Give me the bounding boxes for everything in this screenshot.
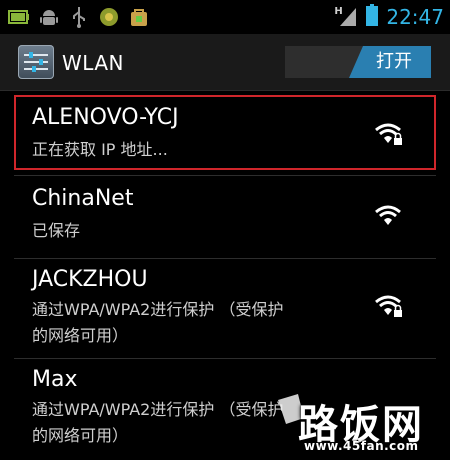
battery-status-icon <box>8 6 30 28</box>
watermark-url: www.45fan.com <box>304 439 419 453</box>
network-ssid: ChinaNet <box>32 186 134 211</box>
network-status: 通过WPA/WPA2进行保护 （受保护 的网络可用） <box>32 299 352 347</box>
network-ssid: Max <box>32 367 78 392</box>
selected-network-highlight <box>14 95 436 170</box>
status-bar: H 22:47 <box>0 0 450 34</box>
android-debug-icon <box>38 6 60 28</box>
wlan-toggle[interactable]: 打开 <box>285 46 431 78</box>
app-notification-icon <box>98 6 120 28</box>
toggle-label: 打开 <box>376 51 412 72</box>
clock: 22:47 <box>386 5 444 29</box>
page-title: WLAN <box>62 51 125 75</box>
network-status: 已保存 <box>32 221 81 240</box>
network-ssid: JACKZHOU <box>32 267 148 292</box>
watermark-logo: 路饭网 www.45fan.com <box>268 392 448 458</box>
system-status: H 22:47 <box>334 4 444 30</box>
wifi-locked-icon <box>374 293 406 319</box>
signal-icon: H <box>334 6 358 28</box>
network-item[interactable]: JACKZHOU 通过WPA/WPA2进行保护 （受保护 的网络可用） <box>0 259 450 361</box>
action-bar: WLAN 打开 <box>0 34 450 91</box>
settings-icon[interactable] <box>18 45 54 79</box>
market-icon <box>128 6 150 28</box>
network-status-line: 的网络可用） <box>32 326 129 345</box>
usb-icon <box>68 6 90 28</box>
notification-icons <box>8 6 150 28</box>
battery-icon <box>366 4 379 30</box>
network-status-line: 通过WPA/WPA2进行保护 （受保护 <box>32 300 284 319</box>
wifi-icon <box>374 203 406 229</box>
network-item[interactable]: ChinaNet 已保存 <box>0 176 450 260</box>
